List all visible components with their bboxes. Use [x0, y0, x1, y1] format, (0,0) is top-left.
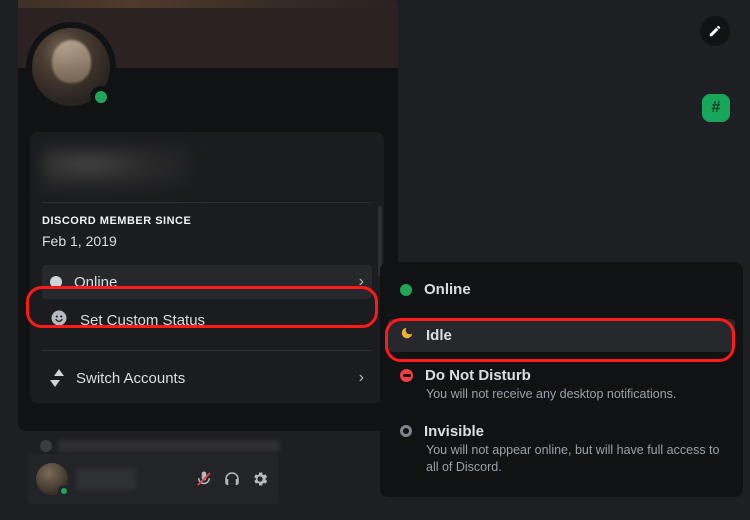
profile-inner-card: DISCORD MEMBER SINCE Feb 1, 2019 Online … [30, 132, 384, 403]
status-option-online[interactable]: Online [388, 274, 735, 305]
smile-icon [50, 309, 68, 332]
profile-menu: Online › Set Custom Status Switch Accoun… [42, 265, 372, 395]
custom-status-label: Set Custom Status [80, 312, 364, 329]
divider [42, 350, 372, 351]
status-option-label: Online [424, 281, 471, 298]
status-option-dnd[interactable]: Do Not Disturb You will not receive any … [388, 360, 735, 410]
status-option-invisible[interactable]: Invisible You will not appear online, bu… [388, 416, 735, 483]
chevron-right-icon: › [359, 369, 364, 387]
member-since-value: Feb 1, 2019 [42, 233, 372, 249]
dnd-icon [400, 369, 413, 382]
member-since-label: DISCORD MEMBER SINCE [42, 215, 372, 227]
mic-muted-icon [195, 470, 213, 488]
divider [42, 202, 372, 203]
status-dot-icon [50, 276, 62, 288]
chevron-right-icon: › [359, 273, 364, 291]
switch-accounts-item[interactable]: Switch Accounts › [42, 361, 372, 395]
deafen-button[interactable] [222, 469, 242, 489]
status-indicator-online [58, 485, 70, 497]
headphones-icon [223, 470, 241, 488]
idle-icon [400, 326, 414, 345]
switch-accounts-label: Switch Accounts [76, 370, 347, 387]
status-popout: Online Idle Do Not Disturb You will not … [380, 262, 743, 497]
avatar[interactable] [36, 463, 68, 495]
mute-mic-button[interactable] [194, 469, 214, 489]
status-menu-item[interactable]: Online › [42, 265, 372, 299]
status-option-subtitle: You will not receive any desktop notific… [426, 386, 723, 403]
hash-badge[interactable]: # [702, 94, 730, 122]
status-option-label: Idle [426, 327, 452, 344]
username-redacted [42, 146, 192, 192]
status-option-subtitle: You will not appear online, but will hav… [426, 442, 723, 476]
switch-icon [50, 369, 64, 387]
list-item [40, 438, 280, 454]
user-panel [28, 454, 278, 504]
invisible-icon [400, 425, 412, 437]
pencil-icon [708, 24, 722, 38]
gear-icon [251, 470, 269, 488]
hash-icon: # [712, 99, 721, 117]
set-custom-status-item[interactable]: Set Custom Status [42, 301, 372, 340]
username-redacted [76, 468, 136, 490]
status-indicator-online [90, 86, 112, 108]
user-settings-button[interactable] [250, 469, 270, 489]
avatar[interactable] [26, 22, 116, 112]
online-icon [400, 284, 412, 296]
edit-profile-button[interactable] [700, 16, 730, 46]
status-option-label: Do Not Disturb [425, 367, 531, 384]
status-label: Online [74, 274, 347, 291]
status-option-label: Invisible [424, 423, 484, 440]
status-option-idle[interactable]: Idle [388, 319, 735, 352]
